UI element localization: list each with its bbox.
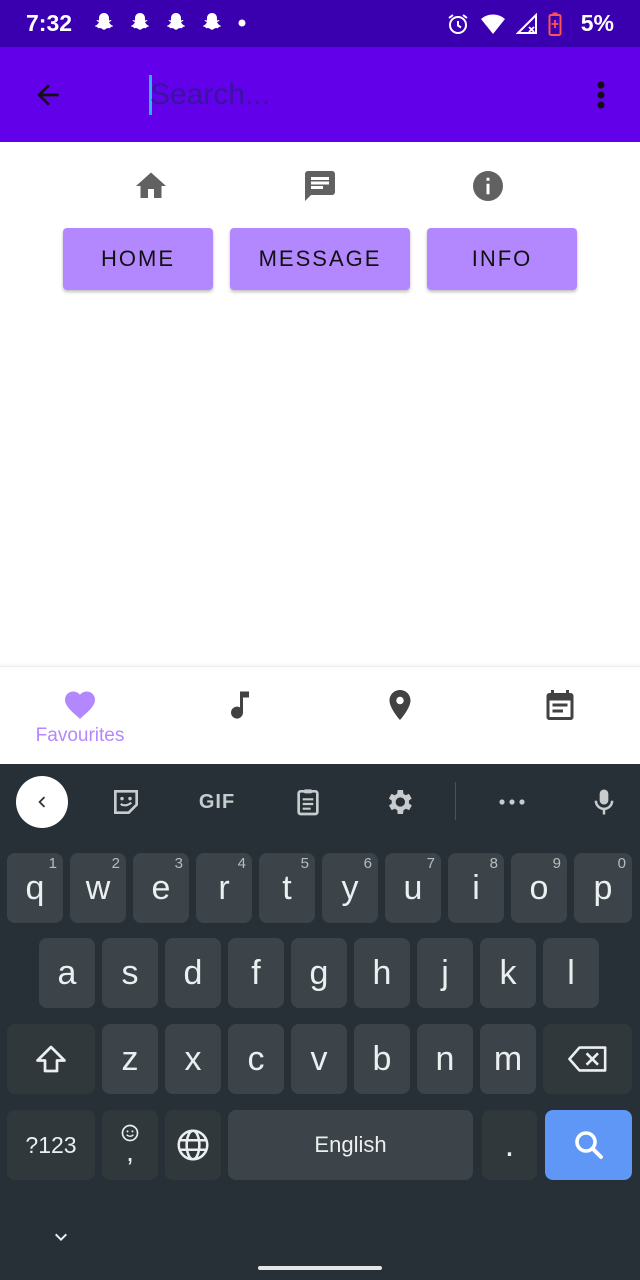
key-k[interactable]: k — [480, 938, 536, 1008]
more-icon[interactable] — [494, 784, 530, 820]
gif-icon[interactable]: GIF — [194, 784, 240, 820]
key-d[interactable]: d — [165, 938, 221, 1008]
home-icon — [133, 168, 169, 204]
key-w[interactable]: w2 — [70, 853, 126, 923]
key-u[interactable]: u7 — [385, 853, 441, 923]
home-indicator[interactable] — [258, 1266, 382, 1270]
snapchat-icon — [130, 13, 150, 30]
arrow-back-icon — [37, 84, 59, 106]
space-key[interactable]: English — [228, 1110, 473, 1180]
key-s[interactable]: s — [102, 938, 158, 1008]
soft-keyboard: GIF q1 w2 e3 r4 t5 y6 u7 i8 o9 p0 a s d … — [0, 764, 640, 1280]
message-icon — [302, 168, 338, 204]
alarm-icon — [448, 14, 468, 34]
calendar-icon — [542, 687, 578, 723]
wifi-icon — [481, 14, 505, 34]
key-c[interactable]: c — [228, 1024, 284, 1094]
info-button[interactable]: INFO — [427, 228, 577, 290]
key-h[interactable]: h — [354, 938, 410, 1008]
keyboard-back-button[interactable] — [16, 776, 68, 828]
bottom-navigation: Favourites — [0, 666, 640, 764]
chevron-down-icon — [55, 1233, 67, 1241]
more-vert-icon — [597, 81, 605, 109]
app-bar — [0, 47, 640, 142]
key-v[interactable]: v — [291, 1024, 347, 1094]
bottom-nav-music[interactable] — [160, 667, 320, 765]
notification-icons — [92, 11, 248, 35]
battery-percent: 5% — [580, 10, 614, 36]
backspace-icon — [567, 1046, 606, 1072]
search-icon — [574, 1131, 603, 1159]
settings-icon[interactable] — [381, 784, 417, 820]
battery-icon — [548, 12, 562, 36]
key-n[interactable]: n — [417, 1024, 473, 1094]
key-g[interactable]: g — [291, 938, 347, 1008]
keyboard-toolbar: GIF — [0, 764, 640, 840]
key-q[interactable]: q1 — [7, 853, 63, 923]
status-time: 7:32 — [26, 10, 73, 36]
chevron-left-icon — [38, 796, 46, 808]
home-button[interactable]: HOME — [63, 228, 213, 290]
key-i[interactable]: i8 — [448, 853, 504, 923]
bottom-nav-calendar[interactable] — [480, 667, 640, 765]
backspace-key[interactable] — [543, 1024, 632, 1094]
message-button[interactable]: MESSAGE — [230, 228, 410, 290]
shift-icon — [36, 1045, 66, 1073]
system-status-icons — [446, 12, 562, 36]
key-e[interactable]: e3 — [133, 853, 189, 923]
dot-icon — [238, 19, 246, 27]
bottom-nav-favourites[interactable]: Favourites — [0, 667, 160, 765]
keyboard-collapse-button[interactable] — [46, 1222, 76, 1252]
back-button[interactable] — [24, 71, 72, 119]
search-input[interactable] — [150, 73, 550, 117]
key-o[interactable]: o9 — [511, 853, 567, 923]
period-key[interactable]: . — [482, 1110, 537, 1180]
key-j[interactable]: j — [417, 938, 473, 1008]
key-t[interactable]: t5 — [259, 853, 315, 923]
language-key[interactable] — [165, 1110, 221, 1180]
globe-icon — [177, 1129, 209, 1161]
bottom-nav-location[interactable] — [320, 667, 480, 765]
key-l[interactable]: l — [543, 938, 599, 1008]
key-x[interactable]: x — [165, 1024, 221, 1094]
shift-key[interactable] — [7, 1024, 95, 1094]
key-z[interactable]: z — [102, 1024, 158, 1094]
sticker-icon[interactable] — [108, 784, 144, 820]
snapchat-icon — [94, 13, 114, 30]
overflow-menu-button[interactable] — [586, 75, 616, 115]
heart-icon — [62, 687, 98, 723]
status-bar: 7:32 5% — [0, 0, 640, 47]
key-f[interactable]: f — [228, 938, 284, 1008]
key-b[interactable]: b — [354, 1024, 410, 1094]
bottom-nav-label: Favourites — [35, 725, 125, 746]
snapchat-icon — [202, 13, 222, 30]
key-y[interactable]: y6 — [322, 853, 378, 923]
key-m[interactable]: m — [480, 1024, 536, 1094]
toolbar-divider — [455, 782, 456, 820]
music-note-icon — [222, 687, 258, 723]
mic-icon[interactable] — [586, 784, 622, 820]
key-p[interactable]: p0 — [574, 853, 632, 923]
symbols-key[interactable]: ?123 — [7, 1110, 95, 1180]
key-r[interactable]: r4 — [196, 853, 252, 923]
info-icon — [470, 168, 506, 204]
comma-key[interactable]: , — [102, 1110, 158, 1180]
snapchat-icon — [166, 13, 186, 30]
cellular-icon — [516, 13, 537, 34]
location-pin-icon — [382, 687, 418, 723]
search-key[interactable] — [545, 1110, 632, 1180]
key-a[interactable]: a — [39, 938, 95, 1008]
clipboard-icon[interactable] — [290, 784, 326, 820]
